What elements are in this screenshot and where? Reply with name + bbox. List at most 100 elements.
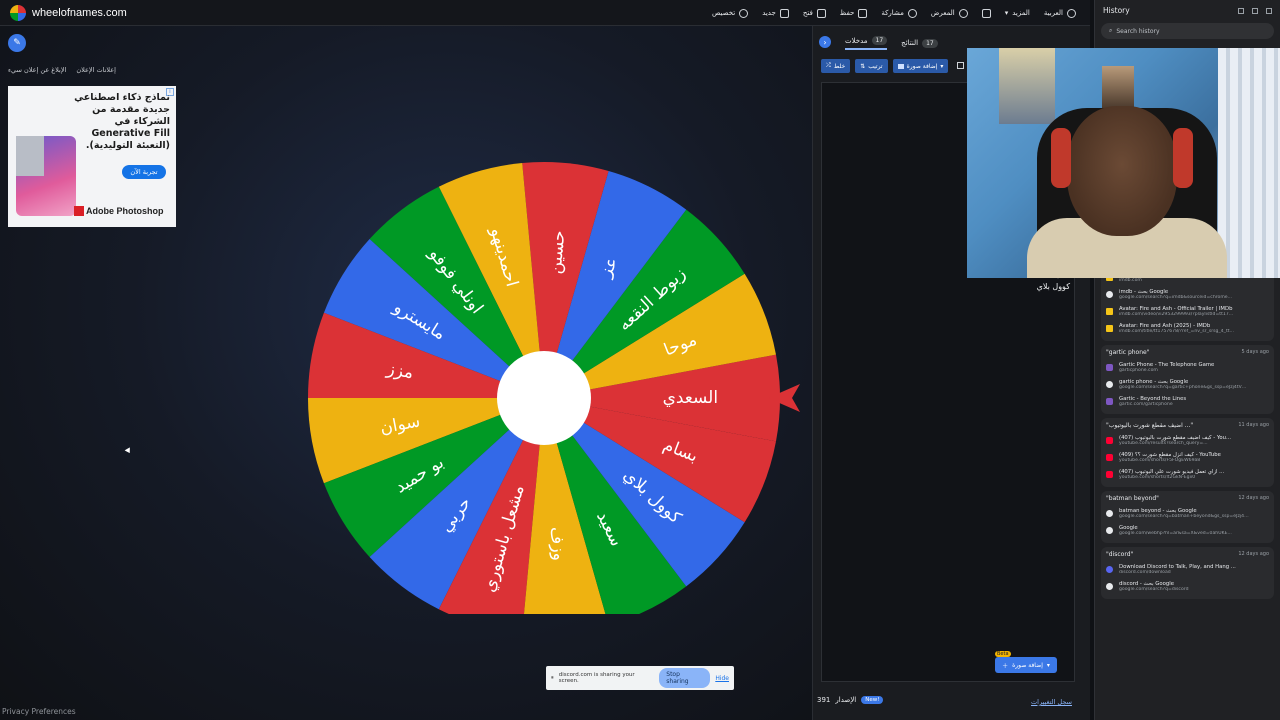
history-item-url: imdb.com <box>1119 278 1142 283</box>
about-ads-link[interactable]: إعلانات الإعلان <box>76 66 116 74</box>
history-item-text: (409) كيف انزل مقطع شورت ؟؟ - YouTube you… <box>1119 452 1269 463</box>
google-favicon-icon <box>1106 381 1113 388</box>
save-icon <box>858 8 868 18</box>
open-in-tab-icon[interactable] <box>1238 7 1244 14</box>
history-item-url: gartic.com/garticphone <box>1119 402 1173 407</box>
tab-entries-label: مدخلات <box>845 36 868 45</box>
history-item[interactable]: (409) كيف انزل مقطع شورت ؟؟ - YouTube you… <box>1106 449 1269 466</box>
nav-more[interactable]: المزيد ▾ <box>1005 9 1030 17</box>
history-item-url: imdb.com/title/tt1757678/?ref_=nv_sr_srs… <box>1119 329 1234 334</box>
shuffle-button[interactable]: ⤮ خلط <box>821 59 851 73</box>
history-item[interactable]: gartic phone - بحث Google google.com/sear… <box>1106 376 1269 393</box>
history-item[interactable]: Gartic Phone - The Telephone Game garticp… <box>1106 359 1269 376</box>
ad-cta-button[interactable]: تجربة الآن <box>122 165 166 179</box>
privacy-preferences-link[interactable]: Privacy Preferences <box>2 707 76 716</box>
share-icon <box>907 8 917 18</box>
wall-poster <box>1102 66 1134 108</box>
history-group: "discord" 12 days ago Download Discord to … <box>1101 547 1274 599</box>
history-group-date: 12 days ago <box>1238 495 1269 501</box>
advanced-checkbox[interactable] <box>957 62 964 69</box>
nav-gallery[interactable]: المعرض <box>930 8 968 18</box>
history-actions <box>1238 7 1272 14</box>
edit-button[interactable]: ✎ <box>8 34 26 52</box>
history-group-header[interactable]: "اضيف مقطع شورت باليوتيوب ..." 11 days ag… <box>1106 422 1269 429</box>
nav-open[interactable]: فتح <box>803 8 826 18</box>
history-group-title: "اضيف مقطع شورت باليوتيوب ..." <box>1106 422 1194 429</box>
nav-save-label: حفظ <box>839 9 855 17</box>
report-ad-link[interactable]: الإبلاغ عن إعلان سيء <box>8 66 66 74</box>
curtain <box>1218 48 1280 278</box>
chevron-right-icon: › <box>823 37 827 47</box>
site-logo[interactable]: wheelofnames.com <box>10 4 127 21</box>
history-item[interactable]: Avatar: Fire and Ash (2025) - IMDb imdb.c… <box>1106 320 1269 337</box>
history-item-url: youtube.com/shorts/F5FOgEW69a8 <box>1119 458 1201 463</box>
changelog-link[interactable]: سجل التغييرات <box>1031 698 1072 706</box>
sort-icon: ⇅ <box>860 62 866 70</box>
nav-language-label: العربية <box>1043 9 1063 17</box>
history-group-header[interactable]: "discord" 12 days ago <box>1106 551 1269 558</box>
history-item-text: (407) كيف اضيف مقطع شورت باليوتيوب - You… <box>1119 435 1269 446</box>
nav-fullscreen[interactable] <box>981 8 991 18</box>
nav-share-label: مشاركة <box>881 9 904 17</box>
add-image-label: إضافة صورة <box>906 62 938 70</box>
nav-new[interactable]: جديد <box>762 8 789 18</box>
beta-badge: Beta <box>995 651 1011 657</box>
tab-entries[interactable]: مدخلات 17 <box>845 36 888 50</box>
wheel-area: ✎ الإبلاغ عن إعلان سيء إعلانات الإعلان i… <box>0 26 812 720</box>
hide-share-bar-button[interactable]: Hide <box>715 675 729 682</box>
history-item[interactable]: Google google.com/webhp?hl=ar&sa=X&ved=0a… <box>1106 522 1269 539</box>
history-group-header[interactable]: "gartic phone" 5 days ago <box>1106 349 1269 356</box>
history-item[interactable]: batman beyond - بحث Google google.com/sea… <box>1106 505 1269 522</box>
history-item[interactable]: Download Discord to Talk, Play, and Hang… <box>1106 561 1269 578</box>
history-item[interactable]: Gartic - Beyond the Lines gartic.com/gart… <box>1106 393 1269 410</box>
tab-results-count: 17 <box>922 38 938 48</box>
history-item-text: discord - بحث Google google.com/search?q=… <box>1119 581 1269 592</box>
yt-favicon-icon <box>1106 471 1113 478</box>
history-search-input[interactable]: ⌕ Search history <box>1101 23 1274 39</box>
nav-share[interactable]: مشاركة <box>881 8 917 18</box>
pin-icon[interactable] <box>1252 7 1258 14</box>
yt-favicon-icon <box>1106 437 1113 444</box>
history-item-text: Gartic Phone - The Telephone Game garticp… <box>1119 362 1269 373</box>
collapse-panel-button[interactable]: › <box>819 36 831 48</box>
chevron-down-icon: ▾ <box>940 62 944 70</box>
wheel[interactable]: السعديموحازبوط النقعهعزحسيناحمدينهواونلي… <box>300 134 810 614</box>
history-item[interactable]: discord - بحث Google google.com/search?q=… <box>1106 578 1269 595</box>
wheel-segment-label: السعدي <box>663 388 719 408</box>
add-image-bottom-label: إضافة صورة <box>1012 661 1043 669</box>
nav-more-label: المزيد <box>1012 9 1030 17</box>
nav-save[interactable]: حفظ <box>839 8 868 18</box>
close-icon[interactable] <box>1266 7 1272 14</box>
history-item[interactable]: (407) كيف اضيف مقطع شورت باليوتيوب - You… <box>1106 432 1269 449</box>
shuffle-label: خلط <box>833 62 846 70</box>
history-group: "اضيف مقطع شورت باليوتيوب ..." 11 days ag… <box>1101 418 1274 487</box>
add-image-button[interactable]: إضافة صورة ▾ <box>892 59 949 73</box>
history-item[interactable]: Avatar: Fire and Ash - Official Trailer … <box>1106 303 1269 320</box>
ad-report-row: الإبلاغ عن إعلان سيء إعلانات الإعلان <box>8 66 116 74</box>
plus-icon: ＋ <box>1002 662 1009 670</box>
webcam-overlay <box>967 48 1280 278</box>
history-item-url: google.com/search?q=gartic+phone&gs_ssp=… <box>1119 385 1249 390</box>
history-item-text: Download Discord to Talk, Play, and Hang… <box>1119 564 1269 575</box>
nav-gallery-label: المعرض <box>930 9 955 17</box>
chevron-down-icon: ▾ <box>1004 9 1009 17</box>
search-icon: ⌕ <box>1109 27 1113 34</box>
stop-sharing-button[interactable]: Stop sharing <box>659 668 711 688</box>
headphones <box>1051 128 1071 188</box>
history-item-url: imdb.com/video/vi2953299993/?playlistId=… <box>1119 312 1234 317</box>
wheel-center-button[interactable] <box>497 351 591 445</box>
sort-button[interactable]: ⇅ ترتيب <box>855 59 888 73</box>
nav-language[interactable]: العربية <box>1043 8 1076 18</box>
advertisement[interactable]: i نماذج ذكاء اصطناعي جديدة مقدمة من الشر… <box>8 86 176 227</box>
nav-customize[interactable]: تخصيص <box>712 8 749 18</box>
pencil-icon: ✎ <box>13 38 21 48</box>
add-image-bottom-button[interactable]: ＋ إضافة صورة ▾ <box>995 657 1057 673</box>
history-item-url: discord.com/download <box>1119 570 1171 575</box>
history-item[interactable]: imdb - بحث Google google.com/search?q=imd… <box>1106 286 1269 303</box>
history-item-url: youtube.com/shorts/lt2GkN-Egx0 <box>1119 475 1196 480</box>
history-group-header[interactable]: "batman beyond" 12 days ago <box>1106 495 1269 502</box>
adobe-logo-icon <box>74 206 84 216</box>
tab-results[interactable]: النتائج 17 <box>901 36 938 50</box>
history-item[interactable]: (407) ازاي تعمل فيديو شورت علي اليوتيوب … <box>1106 466 1269 483</box>
person-head <box>1067 106 1177 236</box>
